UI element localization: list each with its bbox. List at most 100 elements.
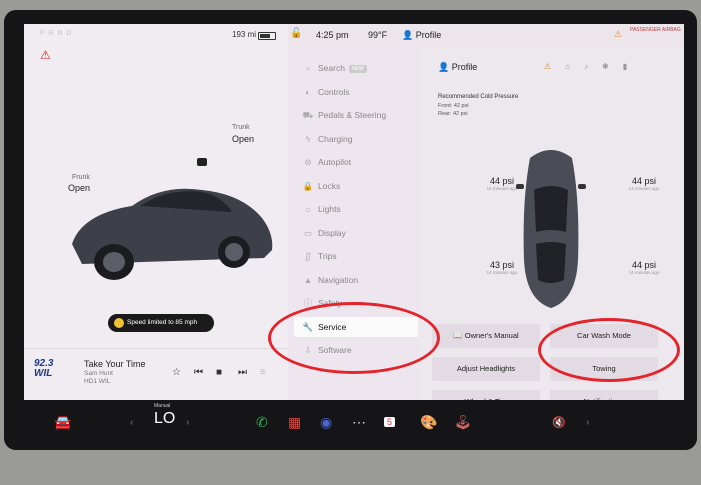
battery-icon: [258, 32, 276, 40]
menu-item-display[interactable]: ▭ Display: [300, 223, 416, 243]
stop-icon[interactable]: ■: [216, 367, 222, 378]
favorite-star-icon[interactable]: ☆: [172, 367, 181, 378]
song-artist: Sam Hunt: [84, 370, 113, 377]
safety-icon: ⓘ: [303, 298, 313, 308]
climate-mode-label: Manual: [154, 403, 171, 409]
rear-right-age: 14 minutes ago: [628, 270, 660, 275]
home-icon[interactable]: ⌂: [565, 62, 570, 71]
car-icon: ⛟: [302, 110, 314, 120]
front-left-psi: 44 psi: [489, 176, 515, 186]
profile-label: Profile: [415, 30, 442, 40]
panel-profile-button[interactable]: 👤 Profile: [438, 62, 477, 73]
download-icon: ⇩: [304, 345, 312, 355]
range-readout[interactable]: 193 mi: [232, 30, 256, 39]
owners-manual-label: Owner's Manual: [464, 331, 519, 340]
menu-item-autopilot[interactable]: ⊛ Autopilot: [300, 152, 416, 172]
camera-icon[interactable]: ◉: [320, 414, 332, 431]
warning-icon: ⚠: [614, 29, 623, 39]
steering-wheel-icon: ⊛: [304, 157, 312, 167]
menu-item-label: Locks: [318, 180, 341, 191]
phone-icon[interactable]: ✆: [256, 414, 268, 431]
bottom-dock: 🚘 ‹ Manual LO › ✆ ▦ ◉ ⋯ 5 🎨 🕹 🔇 ›: [4, 400, 697, 450]
towing-button[interactable]: Towing: [550, 357, 658, 381]
menu-item-charging[interactable]: ϟ Charging: [300, 129, 416, 149]
lock-icon[interactable]: 🔓: [290, 28, 302, 39]
touchscreen: ⚠ Trunk Open Frunk Open ⚡ Speed limited …: [24, 24, 684, 400]
lock-icon: 🔒: [302, 180, 314, 191]
menu-item-controls[interactable]: ◐ Controls: [300, 82, 416, 102]
temp-up-chevron-icon[interactable]: ›: [186, 417, 189, 428]
rear-right-psi: 44 psi: [631, 260, 657, 270]
front-right-psi: 44 psi: [631, 176, 657, 186]
song-title: Take Your Time: [84, 359, 146, 369]
next-track-icon[interactable]: ⏭: [238, 367, 247, 378]
joystick-icon[interactable]: 🕹: [454, 414, 472, 431]
bell-icon[interactable]: ♪: [584, 62, 588, 71]
vehicle-pane: ⚠ Trunk Open Frunk Open ⚡ Speed limited …: [24, 24, 288, 400]
equalizer-icon[interactable]: ≡: [260, 367, 266, 378]
bluetooth-icon[interactable]: ✱: [602, 62, 609, 71]
front-right-tire-pressure: 44 psi 14 minutes ago: [614, 176, 674, 191]
menu-item-locks[interactable]: 🔒 Locks: [300, 176, 416, 196]
temp-down-chevron-icon[interactable]: ‹: [130, 417, 133, 428]
climate-temperature-button[interactable]: LO: [154, 410, 175, 428]
station-logo-name: WIL: [34, 368, 53, 379]
adjust-headlights-button[interactable]: Adjust Headlights: [432, 357, 540, 381]
passenger-airbag-indicator: PASSENGER AIRBAG: [630, 27, 681, 33]
outside-temperature: 99°F: [368, 30, 388, 40]
menu-item-label: Navigation: [318, 274, 359, 285]
trunk-status-button[interactable]: Open: [232, 134, 254, 144]
media-player: 92.3 WIL Take Your Time Sam Hunt HD1 WIL…: [24, 348, 288, 400]
menu-item-pedals-steering[interactable]: ⛟ Pedals & Steering: [300, 105, 416, 125]
wheel-tire-button[interactable]: Wheel & Tire: [432, 390, 540, 400]
speed-limit-mode-button[interactable]: Speed limited to 85 mph: [108, 314, 214, 332]
clock: 4:25 pm: [316, 30, 349, 40]
menu-item-label: Service: [318, 321, 347, 332]
car-side-view-image: ⚡: [72, 158, 273, 280]
menu-item-label: Display: [318, 227, 346, 238]
menu-item-safety[interactable]: ⓘ Safety: [300, 293, 416, 313]
service-panel: 👤 Profile ⚠ ⌂ ♪ ✱ ▮ Recommended Cold Pressur…: [418, 48, 684, 400]
book-icon: 📖: [453, 331, 465, 340]
sun-icon: ☼: [304, 204, 312, 214]
station-logo: 92.3 WIL: [34, 359, 74, 379]
owners-manual-button[interactable]: 📖 Owner's Manual: [432, 324, 540, 348]
menu-item-service[interactable]: 🔧 Service: [294, 316, 422, 337]
menu-item-label: Search: [318, 63, 345, 73]
profile-button[interactable]: 👤 Profile: [402, 30, 441, 41]
front-recommended-pressure: Front: 42 psi: [438, 103, 469, 109]
seatbelt-warning-icon: ⚠: [40, 48, 51, 62]
rear-left-psi: 43 psi: [489, 260, 515, 270]
audio-app-icon[interactable]: ▦: [288, 414, 301, 431]
menu-item-software[interactable]: ⇩ Software: [300, 340, 416, 360]
toggle-icon: ◐: [305, 86, 311, 97]
menu-item-trips[interactable]: ∬ Trips: [300, 246, 416, 266]
wrench-icon: 🔧: [302, 321, 314, 332]
previous-track-icon[interactable]: ⏮: [194, 367, 203, 378]
panel-status-icons: ⚠ ⌂ ♪ ✱ ▮: [544, 62, 641, 71]
volume-up-chevron-icon[interactable]: ›: [586, 417, 589, 428]
menu-item-navigation[interactable]: ▲ Navigation: [300, 270, 416, 290]
trunk-label: Trunk: [232, 124, 250, 131]
menu-item-label: Pedals & Steering: [318, 110, 387, 120]
panel-profile-label: Profile: [451, 62, 478, 72]
display-icon: ▭: [303, 227, 313, 238]
bolt-icon: ϟ: [305, 133, 311, 144]
status-bar: P R N D 193 mi 🔓 4:25 pm 99°F 👤 Profile …: [24, 24, 684, 48]
notifications-button[interactable]: Notifications: [550, 390, 658, 400]
menu-item-lights[interactable]: ☼ Lights: [300, 199, 416, 219]
menu-item-label: Safety: [318, 298, 343, 308]
volume-mute-icon[interactable]: 🔇: [552, 416, 566, 429]
search-icon: ⌕: [305, 63, 311, 73]
rear-recommended-pressure: Rear: 42 psi: [438, 111, 468, 117]
speed-limit-text: Speed limited to 85 mph: [127, 319, 198, 326]
menu-item-label: Trips: [318, 251, 337, 261]
car-wash-mode-button[interactable]: Car Wash Mode: [550, 324, 658, 348]
toybox-icon[interactable]: 🎨: [420, 414, 437, 431]
signal-icon: ▮: [622, 62, 628, 71]
car-icon[interactable]: 🚘: [54, 414, 71, 431]
more-apps-icon[interactable]: ⋯: [352, 414, 366, 431]
menu-item-label: Autopilot: [318, 157, 352, 167]
menu-item-search[interactable]: ⌕ Search NEW: [300, 58, 416, 78]
calendar-icon[interactable]: 5: [384, 417, 396, 427]
